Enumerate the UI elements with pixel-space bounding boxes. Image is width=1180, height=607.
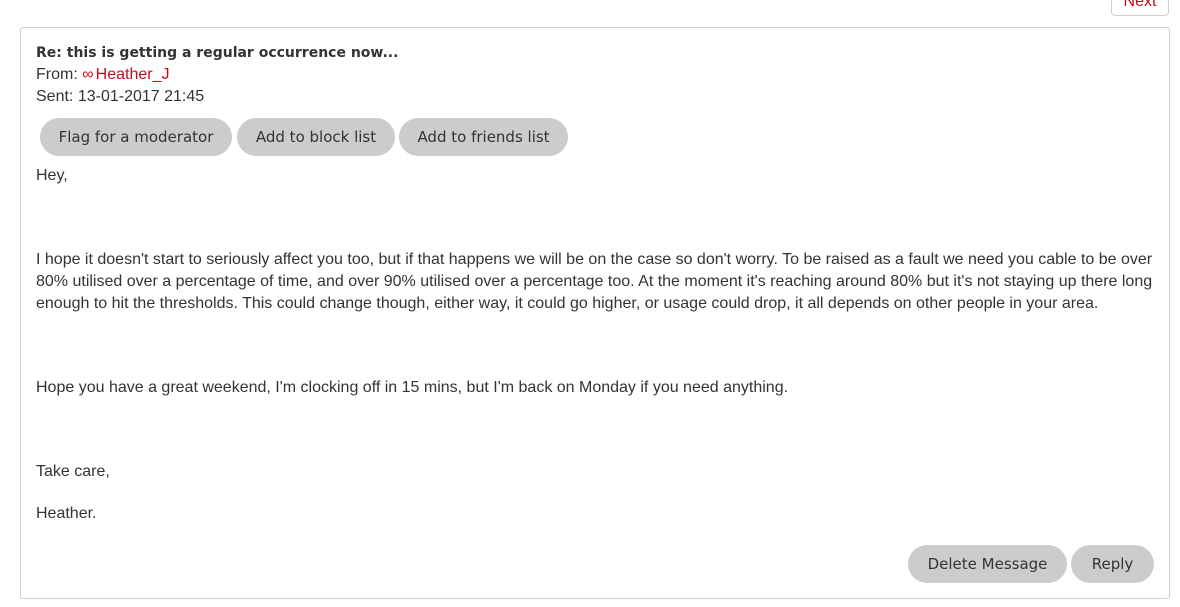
add-friends-list-button[interactable]: Add to friends list	[399, 118, 568, 156]
from-label: From:	[36, 66, 78, 83]
add-block-list-button[interactable]: Add to block list	[237, 118, 395, 156]
flag-moderator-button[interactable]: Flag for a moderator	[40, 118, 232, 156]
sent-timestamp: 13-01-2017 21:45	[77, 88, 205, 105]
delete-message-button[interactable]: Delete Message	[908, 545, 1067, 583]
message-paragraph-main: I hope it doesn't start to seriously aff…	[36, 251, 1153, 312]
infinity-icon: ∞	[82, 66, 94, 83]
message-paragraph-weekend: Hope you have a great weekend, I'm clock…	[36, 379, 789, 396]
sent-label: Sent:	[36, 88, 74, 105]
message-signoff: Heather.	[36, 505, 97, 522]
sender-name: Heather_J	[95, 66, 170, 83]
message-from: From: ∞ Heather_J	[36, 66, 169, 84]
reply-button[interactable]: Reply	[1071, 545, 1154, 583]
sender-link[interactable]: ∞ Heather_J	[82, 66, 169, 83]
message-sent: Sent: 13-01-2017 21:45	[36, 88, 204, 106]
message-take-care: Take care,	[36, 463, 110, 480]
message-subject: Re: this is getting a regular occurrence…	[36, 45, 399, 61]
message-greeting: Hey,	[36, 167, 68, 184]
next-button[interactable]: Next	[1111, 0, 1169, 16]
message-panel: Re: this is getting a regular occurrence…	[20, 27, 1170, 599]
